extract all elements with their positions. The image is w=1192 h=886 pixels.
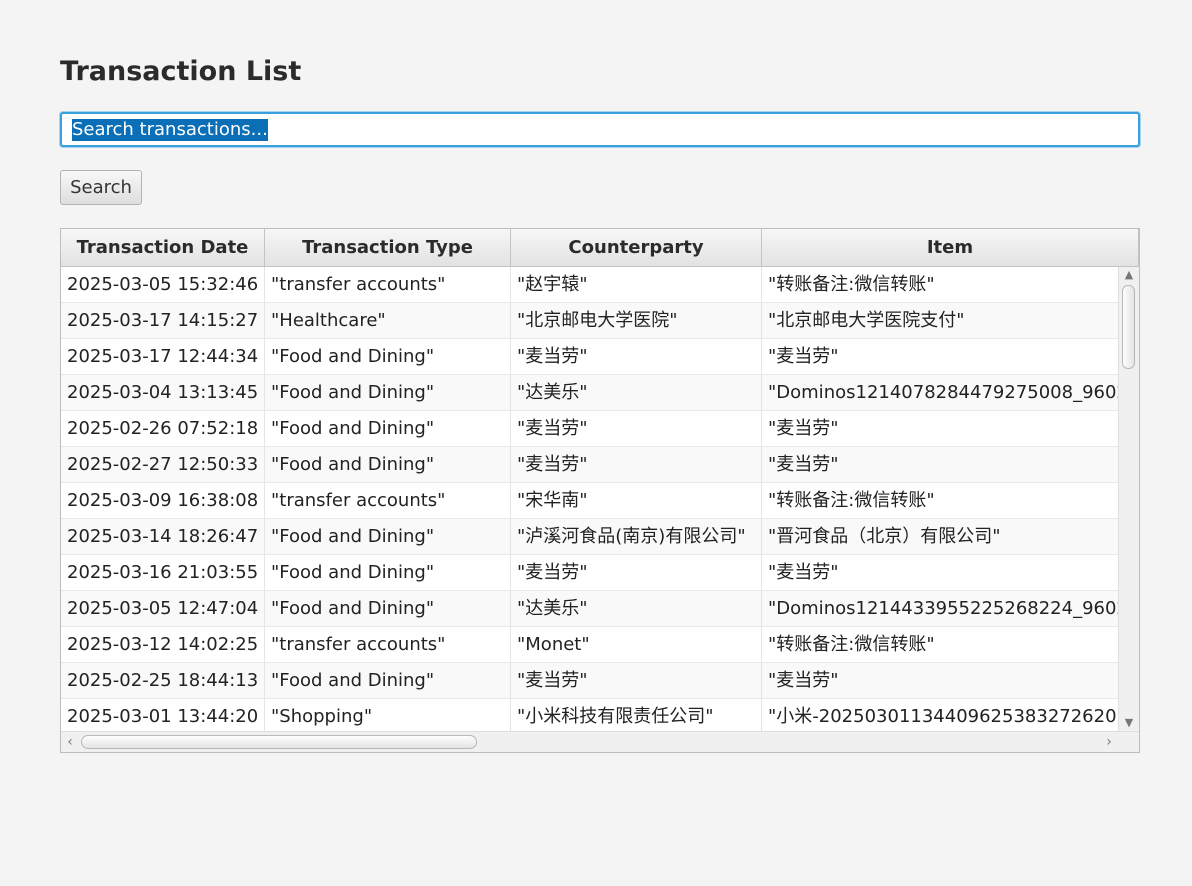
cell-transaction-date: 2025-03-04 13:13:45 bbox=[61, 375, 265, 410]
table-row[interactable]: 2025-03-05 12:47:04 "Food and Dining" "达美乐… bbox=[61, 591, 1118, 627]
cell-transaction-type: "Food and Dining" bbox=[265, 591, 511, 626]
cell-item: "Dominos1214433955225268224_96027" bbox=[768, 598, 1118, 619]
cell-item: "麦当劳" bbox=[768, 418, 839, 439]
column-header-counterparty[interactable]: Counterparty bbox=[511, 229, 762, 266]
scroll-left-icon[interactable]: ‹ bbox=[62, 732, 78, 752]
cell-counterparty: "北京邮电大学医院" bbox=[511, 303, 762, 338]
search-button[interactable]: Search bbox=[60, 170, 142, 205]
column-header-transaction-date[interactable]: Transaction Date bbox=[61, 229, 265, 266]
cell-transaction-date: 2025-03-17 14:15:27 bbox=[61, 303, 265, 338]
cell-counterparty: "赵宇辕" bbox=[511, 267, 762, 302]
cell-transaction-date: 2025-03-16 21:03:55 bbox=[61, 555, 265, 590]
table-row[interactable]: 2025-02-25 18:44:13 "Food and Dining" "麦当劳… bbox=[61, 663, 1118, 699]
cell-counterparty: "麦当劳" bbox=[511, 447, 762, 482]
table-row[interactable]: 2025-03-04 13:13:45 "Food and Dining" "达美乐… bbox=[61, 375, 1118, 411]
cell-transaction-type: "Food and Dining" bbox=[265, 375, 511, 410]
table-row[interactable]: 2025-03-17 14:15:27 "Healthcare" "北京邮电大学医院… bbox=[61, 303, 1118, 339]
cell-transaction-type: "Healthcare" bbox=[265, 303, 511, 338]
cell-transaction-date: 2025-03-12 14:02:25 bbox=[61, 627, 265, 662]
cell-counterparty: "小米科技有限责任公司" bbox=[511, 699, 762, 731]
cell-transaction-type: "Food and Dining" bbox=[265, 447, 511, 482]
search-input-text[interactable]: Search transactions... bbox=[72, 118, 268, 141]
page-title: Transaction List bbox=[60, 56, 302, 87]
cell-counterparty: "宋华南" bbox=[511, 483, 762, 518]
table-row[interactable]: 2025-03-16 21:03:55 "Food and Dining" "麦当劳… bbox=[61, 555, 1118, 591]
cell-item: "Dominos1214078284479275008_96027" bbox=[768, 382, 1118, 403]
search-input[interactable]: Search transactions... bbox=[60, 112, 1140, 147]
vertical-scroll-thumb[interactable] bbox=[1122, 285, 1135, 369]
cell-item: "麦当劳" bbox=[768, 454, 839, 475]
scroll-up-icon[interactable]: ▲ bbox=[1119, 267, 1139, 283]
cell-item: "麦当劳" bbox=[768, 346, 839, 367]
cell-counterparty: "麦当劳" bbox=[511, 339, 762, 374]
cell-transaction-type: "Food and Dining" bbox=[265, 339, 511, 374]
transaction-table: Transaction Date Transaction Type Counte… bbox=[60, 228, 1140, 753]
cell-transaction-date: 2025-03-05 12:47:04 bbox=[61, 591, 265, 626]
cell-transaction-type: "transfer accounts" bbox=[265, 627, 511, 662]
cell-transaction-type: "transfer accounts" bbox=[265, 483, 511, 518]
cell-counterparty: "达美乐" bbox=[511, 375, 762, 410]
column-header-item[interactable]: Item bbox=[762, 229, 1139, 266]
page: Transaction List Search transactions... … bbox=[0, 0, 1192, 886]
cell-transaction-date: 2025-03-17 12:44:34 bbox=[61, 339, 265, 374]
cell-transaction-date: 2025-03-09 16:38:08 bbox=[61, 483, 265, 518]
column-header-transaction-type[interactable]: Transaction Type bbox=[265, 229, 511, 266]
cell-counterparty: "达美乐" bbox=[511, 591, 762, 626]
cell-item: "北京邮电大学医院支付" bbox=[768, 310, 965, 331]
cell-item: "麦当劳" bbox=[768, 562, 839, 583]
table-row[interactable]: 2025-03-01 13:44:20 "Shopping" "小米科技有限责任公司… bbox=[61, 699, 1118, 731]
horizontal-scroll-thumb[interactable] bbox=[81, 735, 477, 749]
cell-counterparty: "麦当劳" bbox=[511, 555, 762, 590]
cell-transaction-type: "Food and Dining" bbox=[265, 663, 511, 698]
cell-item: "麦当劳" bbox=[768, 670, 839, 691]
cell-transaction-type: "Food and Dining" bbox=[265, 519, 511, 554]
table-row[interactable]: 2025-03-14 18:26:47 "Food and Dining" "泸溪河… bbox=[61, 519, 1118, 555]
table-row[interactable]: 2025-02-27 12:50:33 "Food and Dining" "麦当劳… bbox=[61, 447, 1118, 483]
cell-transaction-date: 2025-02-25 18:44:13 bbox=[61, 663, 265, 698]
table-row[interactable]: 2025-03-12 14:02:25 "transfer accounts" "M… bbox=[61, 627, 1118, 663]
scroll-down-icon[interactable]: ▼ bbox=[1119, 715, 1139, 731]
cell-item: "晋河食品（北京）有限公司" bbox=[768, 526, 1001, 547]
vertical-scrollbar[interactable]: ▲ ▼ bbox=[1118, 267, 1139, 731]
cell-item: "转账备注:微信转账" bbox=[768, 490, 935, 511]
table-row[interactable]: 2025-03-05 15:32:46 "transfer accounts" "赵… bbox=[61, 267, 1118, 303]
cell-transaction-type: "Shopping" bbox=[265, 699, 511, 731]
cell-transaction-date: 2025-03-01 13:44:20 bbox=[61, 699, 265, 731]
table-body: 2025-03-05 15:32:46 "transfer accounts" "赵… bbox=[61, 267, 1118, 731]
table-row[interactable]: 2025-03-17 12:44:34 "Food and Dining" "麦当劳… bbox=[61, 339, 1118, 375]
cell-transaction-type: "transfer accounts" bbox=[265, 267, 511, 302]
cell-transaction-type: "Food and Dining" bbox=[265, 555, 511, 590]
cell-counterparty: "麦当劳" bbox=[511, 411, 762, 446]
cell-transaction-date: 2025-02-27 12:50:33 bbox=[61, 447, 265, 482]
scroll-right-icon[interactable]: › bbox=[1101, 732, 1117, 752]
table-row[interactable]: 2025-02-26 07:52:18 "Food and Dining" "麦当劳… bbox=[61, 411, 1118, 447]
cell-transaction-date: 2025-03-05 15:32:46 bbox=[61, 267, 265, 302]
cell-item: "小米-20250301134409625383272620771" bbox=[768, 706, 1118, 727]
cell-transaction-type: "Food and Dining" bbox=[265, 411, 511, 446]
horizontal-scrollbar[interactable]: ‹ › bbox=[61, 731, 1139, 752]
cell-transaction-date: 2025-02-26 07:52:18 bbox=[61, 411, 265, 446]
cell-transaction-date: 2025-03-14 18:26:47 bbox=[61, 519, 265, 554]
table-header: Transaction Date Transaction Type Counte… bbox=[61, 229, 1139, 267]
cell-item: "转账备注:微信转账" bbox=[768, 634, 935, 655]
table-row[interactable]: 2025-03-09 16:38:08 "transfer accounts" "宋… bbox=[61, 483, 1118, 519]
cell-item: "转账备注:微信转账" bbox=[768, 274, 935, 295]
cell-counterparty: "麦当劳" bbox=[511, 663, 762, 698]
cell-counterparty: "Monet" bbox=[511, 627, 762, 662]
cell-counterparty: "泸溪河食品(南京)有限公司" bbox=[511, 519, 762, 554]
